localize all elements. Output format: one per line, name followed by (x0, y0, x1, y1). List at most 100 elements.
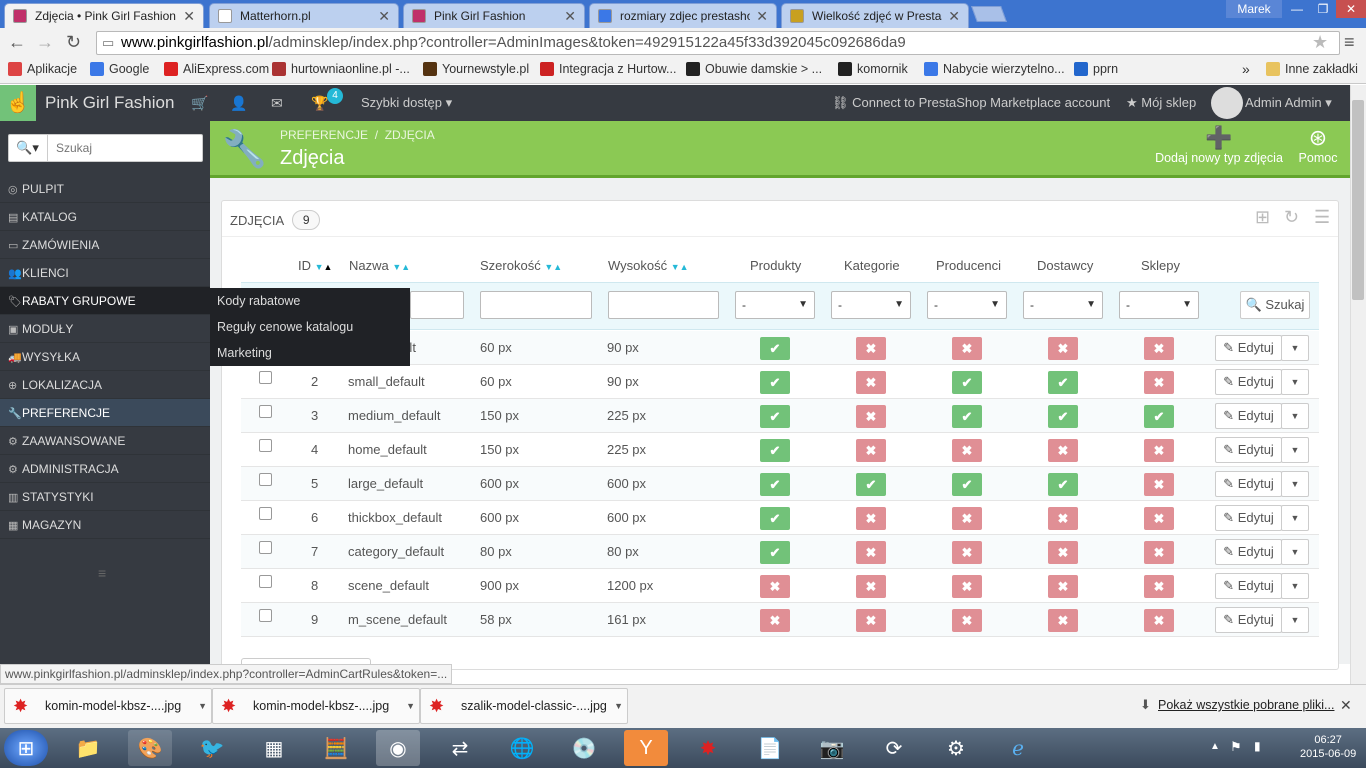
edit-button[interactable]: ✎ Edytuj (1215, 471, 1282, 497)
calculator-icon[interactable]: 🧮 (314, 730, 358, 766)
check-icon[interactable]: ✔ (760, 473, 790, 496)
cross-icon[interactable]: ✖ (1048, 337, 1078, 360)
sidebar-item-statystyki[interactable]: ▥ STATYSTYKI (0, 483, 210, 511)
add-icon[interactable]: ⊞ (1255, 207, 1270, 228)
cross-icon[interactable]: ✖ (1048, 609, 1078, 632)
sidebar-item-moduły[interactable]: ▣ MODUŁY (0, 315, 210, 343)
caret-down-icon[interactable]: ▼ (614, 701, 623, 711)
sort-desc-icon[interactable]: ▼ (315, 262, 324, 272)
cross-icon[interactable]: ✖ (856, 405, 886, 428)
cross-icon[interactable]: ✖ (856, 609, 886, 632)
sidebar-item-pulpit[interactable]: ◎ PULPIT (0, 175, 210, 203)
sidebar-item-wysyłka[interactable]: 🚚WYSYŁKA (0, 343, 210, 371)
download-item[interactable]: ✸ szalik-model-classic-....jpg ▼ (420, 688, 628, 724)
prestashop-logo-icon[interactable]: ☝ (0, 85, 36, 121)
refresh-icon[interactable]: ↻ (1284, 207, 1299, 228)
sidebar-item-preferencje[interactable]: 🔧PREFERENCJE (0, 399, 210, 427)
connect-marketplace-link[interactable]: ⛓ Connect to PrestaShop Marketplace acco… (832, 95, 1110, 111)
edit-button[interactable]: ✎ Edytuj (1215, 607, 1282, 633)
browser-tab[interactable]: rozmiary zdjec prestashop ✕ (589, 3, 777, 28)
breadcrumb-images[interactable]: ZDJĘCIA (385, 128, 435, 142)
filter-products-select[interactable]: - ▼ (735, 291, 815, 319)
employee-menu[interactable]: Admin Admin ▾ (1245, 95, 1332, 111)
cross-icon[interactable]: ✖ (1048, 439, 1078, 462)
scrollbar-thumb[interactable] (1352, 100, 1364, 300)
download-item[interactable]: ✸ komin-model-kbsz-....jpg ▼ (4, 688, 212, 724)
edit-button[interactable]: ✎ Edytuj (1215, 403, 1282, 429)
sort-asc-icon[interactable]: ▲ (401, 262, 410, 272)
sidebar-item-zamówienia[interactable]: ▭ ZAMÓWIENIA (0, 231, 210, 259)
add-image-type-button[interactable]: ➕ Dodaj nowy typ zdjęcia (1154, 125, 1284, 165)
settings-app-icon[interactable]: ⚙ (934, 730, 978, 766)
row-checkbox[interactable] (259, 371, 272, 384)
menu-icon[interactable]: ≡ (1344, 32, 1355, 53)
quick-access-dropdown[interactable]: Szybki dostęp ▾ (361, 95, 452, 111)
cross-icon[interactable]: ✖ (952, 337, 982, 360)
tray-arrow-icon[interactable]: ▲ (1210, 741, 1220, 752)
check-icon[interactable]: ✔ (760, 541, 790, 564)
check-icon[interactable]: ✔ (760, 507, 790, 530)
browser-tab[interactable]: Zdjęcia • Pink Girl Fashion ✕ (4, 3, 204, 28)
sort-asc-icon[interactable]: ▲ (324, 262, 333, 272)
new-tab-button[interactable] (971, 6, 1007, 22)
cross-icon[interactable]: ✖ (1144, 609, 1174, 632)
mail-icon[interactable]: ✉ (271, 95, 283, 112)
edit-button[interactable]: ✎ Edytuj (1215, 539, 1282, 565)
bookmark-item[interactable]: hurtowniaonline.pl -... (272, 62, 410, 76)
row-actions-dropdown[interactable]: ▼ (1281, 539, 1309, 565)
sort-desc-icon[interactable]: ▼ (544, 262, 553, 272)
row-checkbox[interactable] (259, 439, 272, 452)
filter-suppliers-select[interactable]: - ▼ (1023, 291, 1103, 319)
row-checkbox[interactable] (259, 575, 272, 588)
row-actions-dropdown[interactable]: ▼ (1281, 471, 1309, 497)
cross-icon[interactable]: ✖ (952, 609, 982, 632)
app-icon[interactable]: 🐦 (190, 730, 234, 766)
gofin-icon[interactable]: 📄 (748, 730, 792, 766)
filter-search-button[interactable]: 🔍 Szukaj (1240, 291, 1310, 319)
edit-button[interactable]: ✎ Edytuj (1215, 369, 1282, 395)
browser-tab[interactable]: Pink Girl Fashion ✕ (403, 3, 585, 28)
chrome-icon[interactable]: ◉ (376, 730, 420, 766)
avatar[interactable] (1211, 87, 1243, 119)
maximize-icon[interactable]: ❐ (1310, 0, 1336, 18)
my-shop-link[interactable]: ★ Mój sklep (1126, 95, 1196, 111)
filter-width-input[interactable] (480, 291, 592, 319)
bookmark-item[interactable]: komornik (838, 62, 908, 76)
cross-icon[interactable]: ✖ (760, 609, 790, 632)
collapse-menu-icon[interactable]: ≡ (98, 565, 106, 581)
cross-icon[interactable]: ✖ (952, 575, 982, 598)
check-icon[interactable]: ✔ (952, 473, 982, 496)
cross-icon[interactable]: ✖ (1144, 371, 1174, 394)
check-icon[interactable]: ✔ (1048, 371, 1078, 394)
row-checkbox[interactable] (259, 609, 272, 622)
filter-categories-select[interactable]: - ▼ (831, 291, 911, 319)
row-actions-dropdown[interactable]: ▼ (1281, 505, 1309, 531)
user-icon[interactable]: 👤 (230, 95, 247, 112)
address-bar[interactable]: www.pinkgirlfashion.pl/adminsklep/index.… (96, 31, 1340, 55)
submenu-item-cart-rules[interactable]: Kody rabatowe (217, 294, 300, 308)
yandex-icon[interactable]: Y (624, 730, 668, 766)
sort-asc-icon[interactable]: ▲ (680, 262, 689, 272)
sort-desc-icon[interactable]: ▼ (671, 262, 680, 272)
submenu-item-marketing[interactable]: Marketing (217, 346, 272, 360)
search-input[interactable] (50, 135, 200, 161)
sidebar-item-magazyn[interactable]: ▦ MAGAZYN (0, 511, 210, 539)
cross-icon[interactable]: ✖ (1144, 473, 1174, 496)
sidebar-item-administracja[interactable]: ⚙ ADMINISTRACJA (0, 455, 210, 483)
explorer-icon[interactable]: 📁 (66, 730, 110, 766)
cross-icon[interactable]: ✖ (1144, 541, 1174, 564)
caret-down-icon[interactable]: ▼ (198, 701, 207, 711)
bookmarks-more[interactable]: » (1242, 61, 1250, 77)
paint-splat-icon[interactable]: ✸ (686, 730, 730, 766)
bookmark-star-icon[interactable]: ★ (1312, 32, 1328, 53)
row-actions-dropdown[interactable]: ▼ (1281, 573, 1309, 599)
ie-icon[interactable]: ℯ (996, 730, 1040, 766)
row-actions-dropdown[interactable]: ▼ (1281, 437, 1309, 463)
teamviewer-icon[interactable]: ⇄ (438, 730, 482, 766)
row-actions-dropdown[interactable]: ▼ (1281, 403, 1309, 429)
cart-icon[interactable]: 🛒 (191, 95, 208, 112)
bookmark-item[interactable]: Google (90, 62, 149, 76)
edit-button[interactable]: ✎ Edytuj (1215, 437, 1282, 463)
cross-icon[interactable]: ✖ (1048, 575, 1078, 598)
filter-height-input[interactable] (608, 291, 719, 319)
